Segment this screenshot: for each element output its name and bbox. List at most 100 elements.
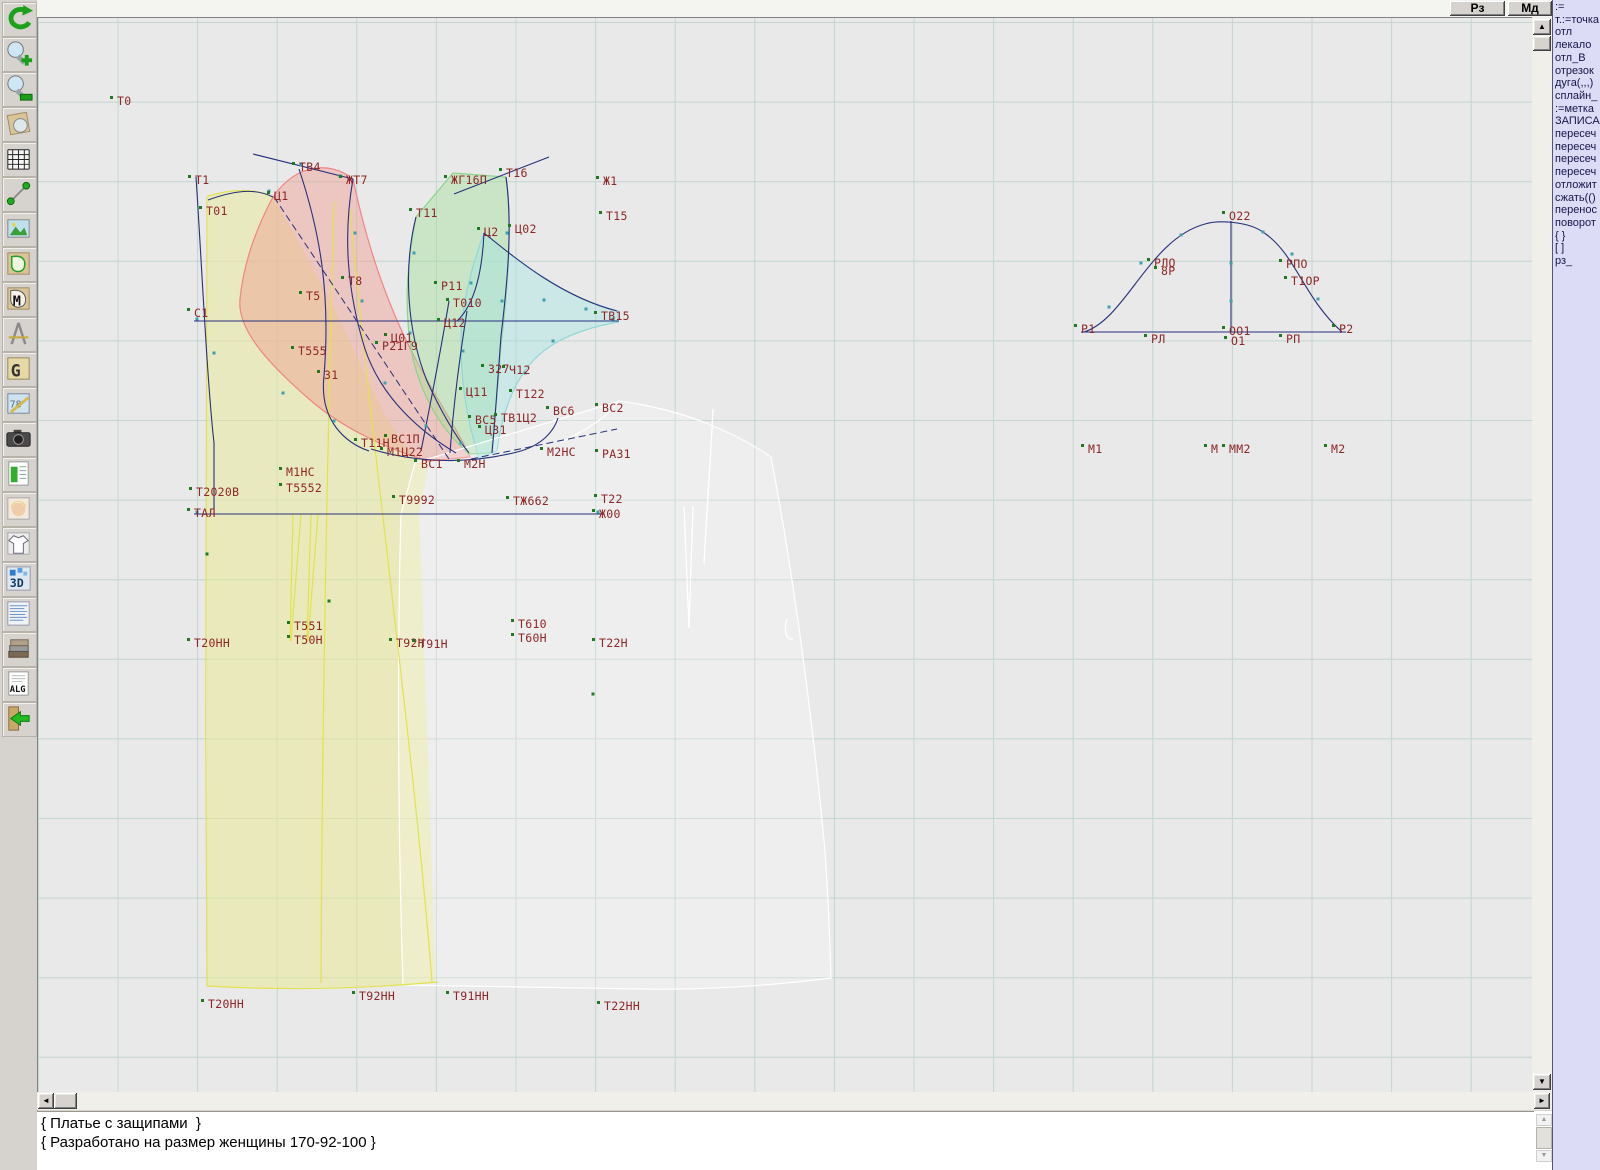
curve-marker	[470, 282, 473, 285]
point-label: ЖТ7	[346, 173, 368, 187]
horizontal-scroll-thumb[interactable]	[54, 1093, 77, 1109]
toolbar-alg-icon[interactable]: ALG	[2, 667, 37, 702]
point-label: Р2	[1339, 322, 1353, 336]
sidebar-command-19[interactable]: [ ]	[1555, 242, 1600, 255]
point-marker	[477, 227, 480, 230]
toolbar-image-icon[interactable]	[2, 212, 37, 247]
curve-marker	[552, 340, 555, 343]
toolbar-segment-icon[interactable]	[2, 177, 37, 212]
sidebar-command-16[interactable]: перенос	[1555, 204, 1600, 217]
horizontal-scrollbar[interactable]: ◄ ►	[37, 1092, 1552, 1110]
sidebar-command-2[interactable]: отл	[1555, 26, 1600, 39]
toolbar-piece-m-icon[interactable]: M	[2, 282, 37, 317]
sidebar-command-5[interactable]: отрезок	[1555, 65, 1600, 78]
toolbar-blueprint-icon[interactable]: 78	[2, 387, 37, 422]
point-label: М2Н	[464, 457, 486, 471]
scroll-down-icon[interactable]: ▼	[1533, 1074, 1551, 1090]
sidebar-command-1[interactable]: т.:=точка	[1555, 14, 1600, 27]
point-marker	[1144, 334, 1147, 337]
toolbar-3d-icon[interactable]: 3D	[2, 562, 37, 597]
vertical-scrollbar[interactable]: ▲ ▼	[1532, 17, 1552, 1092]
point-label: ТВ4	[299, 160, 321, 174]
point-label: Т91НН	[453, 989, 489, 1003]
console-scroll-thumb[interactable]	[1536, 1127, 1552, 1149]
toolbar-garment-icon[interactable]	[2, 527, 37, 562]
toolbar-zoom-in-icon[interactable]	[2, 37, 37, 72]
sidebar-command-17[interactable]: поворот	[1555, 217, 1600, 230]
point-marker	[502, 365, 505, 368]
sidebar-command-0[interactable]: :=	[1555, 1, 1600, 14]
point-marker	[1222, 211, 1225, 214]
scroll-left-icon[interactable]: ◄	[38, 1093, 54, 1109]
sidebar-command-13[interactable]: пересеч	[1555, 166, 1600, 179]
curve-marker	[1108, 306, 1111, 309]
toolbar-books-icon[interactable]	[2, 632, 37, 667]
curve-marker	[460, 442, 463, 445]
point-label: ТЖ662	[513, 494, 549, 508]
drawing-canvas[interactable]: Т0Т1Т01Ц1ТВ4ЖТ7Т11ЖГ16ПТ16Ж1Т15Ц2Ц02Т8Т5…	[37, 17, 1533, 1092]
sidebar-command-3[interactable]: лекало	[1555, 39, 1600, 52]
point-marker	[317, 370, 320, 373]
toolbar-undo-icon[interactable]	[2, 2, 37, 37]
sidebar-command-20[interactable]: рз_	[1555, 255, 1600, 268]
sidebar-command-11[interactable]: пересеч	[1555, 141, 1600, 154]
toolbar-zoom-out-icon[interactable]	[2, 72, 37, 107]
sidebar-command-10[interactable]: пересеч	[1555, 128, 1600, 141]
point-marker	[596, 176, 599, 179]
sidebar-command-4[interactable]: отл_В	[1555, 52, 1600, 65]
sidebar-command-15[interactable]: сжать(()	[1555, 192, 1600, 205]
point-label: М2	[1331, 442, 1345, 456]
console-scroll-up-icon[interactable]: ▲	[1536, 1114, 1552, 1126]
point-label: Р1	[1081, 322, 1095, 336]
rz-button[interactable]: Рз	[1450, 1, 1505, 16]
point-label: Ж1	[603, 174, 617, 188]
sidebar-command-18[interactable]: { }	[1555, 230, 1600, 243]
point-marker	[412, 639, 415, 642]
sidebar-command-7[interactable]: сплайн_	[1555, 90, 1600, 103]
toolbar-exit-icon[interactable]	[2, 702, 37, 737]
point-marker	[595, 403, 598, 406]
point-label: РПО	[1286, 257, 1308, 271]
toolbar-list-icon[interactable]	[2, 597, 37, 632]
point-label: Ч12	[509, 363, 531, 377]
point-marker	[279, 467, 282, 470]
toolbar-camera-icon[interactable]	[2, 422, 37, 457]
sidebar-command-6[interactable]: дуга(,,,)	[1555, 77, 1600, 90]
scroll-up-icon[interactable]: ▲	[1533, 19, 1551, 35]
toolbar-piece-green-icon[interactable]	[2, 247, 37, 282]
pattern-drawing[interactable]: Т0Т1Т01Ц1ТВ4ЖТ7Т11ЖГ16ПТ16Ж1Т15Ц2Ц02Т8Т5…	[38, 18, 1533, 1092]
curve-marker	[384, 382, 387, 385]
point-marker	[380, 447, 383, 450]
toolbar-grid-icon[interactable]	[2, 142, 37, 177]
toolbar-g-gold-icon[interactable]: G	[2, 352, 37, 387]
curve-marker	[501, 300, 504, 303]
sidebar-command-14[interactable]: отложит	[1555, 179, 1600, 192]
toolbar-portrait-icon[interactable]	[2, 492, 37, 527]
point-label: З27	[488, 362, 510, 376]
toolbar-compass-icon[interactable]	[2, 317, 37, 352]
point-label: Т5552	[286, 481, 322, 495]
md-button[interactable]: Мд	[1508, 1, 1552, 16]
vertical-scroll-thumb[interactable]	[1533, 36, 1551, 51]
point-label: ВС6	[553, 404, 575, 418]
point-label: Т15	[606, 209, 628, 223]
point-marker	[478, 425, 481, 428]
point-marker	[375, 341, 378, 344]
curve-marker	[1140, 262, 1143, 265]
point-label: РАЗ1	[602, 447, 631, 461]
scroll-right-icon[interactable]: ►	[1534, 1093, 1550, 1109]
toolbar-table-icon[interactable]	[2, 457, 37, 492]
console-scroll-down-icon[interactable]: ▼	[1536, 1150, 1552, 1162]
console-scrollbar[interactable]: ▲ ▼	[1534, 1111, 1552, 1170]
sidebar-command-9[interactable]: ЗАПИСА	[1555, 115, 1600, 128]
program-console[interactable]: { Платье с защипами } { Разработано на р…	[37, 1111, 1534, 1170]
point-label: Т1ОР	[1291, 274, 1320, 288]
point-marker	[437, 318, 440, 321]
point-marker	[509, 389, 512, 392]
sidebar-command-12[interactable]: пересеч	[1555, 153, 1600, 166]
point-marker	[444, 175, 447, 178]
point-marker	[188, 175, 191, 178]
toolbar-piece-preview-icon[interactable]	[2, 107, 37, 142]
sidebar-command-8[interactable]: :=метка	[1555, 103, 1600, 116]
point-label: ЖГ16П	[451, 173, 487, 187]
